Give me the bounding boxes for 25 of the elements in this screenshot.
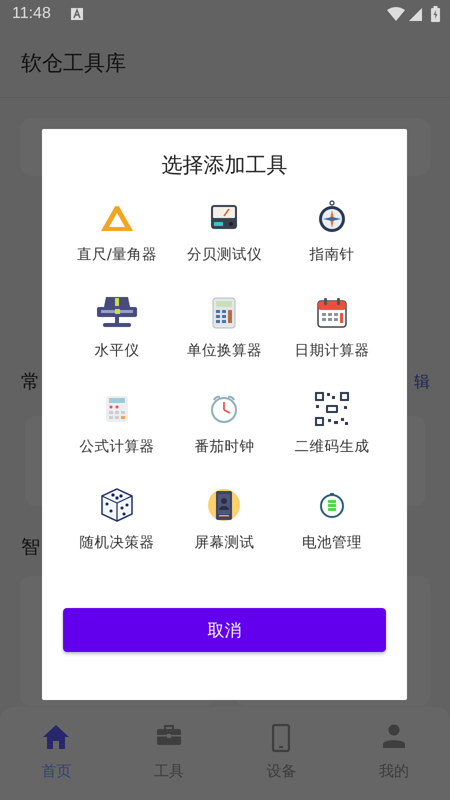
cancel-button[interactable]: 取消 — [63, 608, 386, 652]
home-icon — [42, 724, 70, 752]
tool-label[interactable]: 日期计算器 — [294, 341, 370, 361]
keyboard-icon — [70, 8, 83, 20]
tool-label[interactable]: 二维码生成 — [294, 437, 370, 457]
status-time: 11:48 — [12, 5, 51, 23]
section-title: 常 — [21, 370, 40, 395]
dialog-title: 选择添加工具 — [160, 152, 288, 179]
signal-icon — [409, 8, 422, 20]
tool-label[interactable]: 随机决策器 — [79, 533, 154, 553]
battery-icon — [431, 6, 440, 22]
wifi-icon — [387, 7, 405, 21]
app-title: 软仓工具库 — [21, 50, 126, 76]
tool-label[interactable]: 直尺/量角器 — [76, 245, 157, 265]
tool-label[interactable]: 屏幕测试 — [194, 533, 254, 553]
section-title: 智 — [21, 536, 40, 558]
tool-label[interactable]: 电池管理 — [302, 533, 362, 553]
tool-label[interactable]: 水平仪 — [94, 341, 140, 361]
tool-label[interactable]: 单位换算器 — [186, 341, 262, 361]
tool-label[interactable]: 公式计算器 — [79, 437, 154, 457]
tool-label[interactable]: 分贝测试仪 — [186, 245, 262, 265]
qr-code-icon[interactable] — [314, 389, 350, 429]
tool-label[interactable]: 番茄时钟 — [194, 437, 254, 457]
tool-label[interactable]: 指南针 — [310, 245, 355, 265]
phone-icon — [272, 724, 290, 752]
